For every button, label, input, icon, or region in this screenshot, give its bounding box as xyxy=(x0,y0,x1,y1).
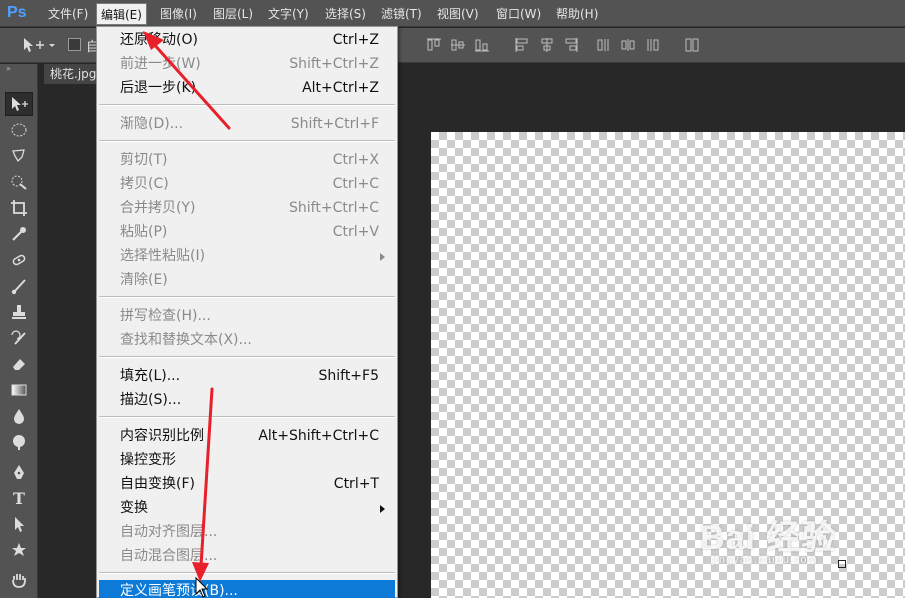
history-brush-tool-icon[interactable] xyxy=(5,326,33,350)
path-select-tool-icon[interactable] xyxy=(5,512,33,536)
menu-separator xyxy=(99,416,395,418)
menu-item-step-backward[interactable]: 后退一步(K) Alt+Ctrl+Z xyxy=(99,77,395,99)
watermark-brand: Bai 经验 xyxy=(700,519,837,557)
align-left-icon[interactable] xyxy=(514,37,530,53)
menu-item-copy-merged[interactable]: 合并拷贝(Y) Shift+Ctrl+C xyxy=(99,197,395,219)
menu-item-define-brush-preset[interactable]: 定义画笔预设(B)... xyxy=(99,580,395,598)
menu-item-cut[interactable]: 剪切(T) Ctrl+X xyxy=(99,149,395,171)
menu-window[interactable]: 窗口(W) xyxy=(492,3,545,25)
menu-separator xyxy=(99,104,395,106)
menu-item-stroke[interactable]: 描边(S)... xyxy=(99,389,395,411)
edit-menu-dropdown: 还原移动(O) Ctrl+Z 前进一步(W) Shift+Ctrl+Z 后退一步… xyxy=(96,26,398,598)
menu-item-find-replace[interactable]: 查找和替换文本(X)... xyxy=(99,329,395,351)
menu-filter[interactable]: 滤镜(T) xyxy=(377,3,426,25)
watermark-url: jingyan.baidu.com xyxy=(712,554,818,566)
dodge-tool-icon[interactable] xyxy=(5,430,33,454)
hand-tool-icon[interactable] xyxy=(5,568,33,592)
auto-select-checkbox[interactable] xyxy=(68,38,81,51)
submenu-arrow-icon xyxy=(380,505,385,513)
clone-stamp-tool-icon[interactable] xyxy=(5,300,33,324)
menu-separator xyxy=(99,140,395,142)
shape-tool-icon[interactable] xyxy=(5,538,33,562)
menu-type[interactable]: 文字(Y) xyxy=(264,3,313,25)
submenu-arrow-icon xyxy=(380,253,385,261)
menu-item-free-transform[interactable]: 自由变换(F) Ctrl+T xyxy=(99,473,395,495)
align-bottom-icon[interactable] xyxy=(474,37,490,53)
menu-image[interactable]: 图像(I) xyxy=(156,3,201,25)
menu-separator xyxy=(99,296,395,298)
auto-align-icon[interactable] xyxy=(684,37,700,53)
move-tool-icon[interactable] xyxy=(5,92,33,116)
menu-item-step-forward[interactable]: 前进一步(W) Shift+Ctrl+Z xyxy=(99,53,395,75)
menu-view[interactable]: 视图(V) xyxy=(433,3,483,25)
menu-item-copy[interactable]: 拷贝(C) Ctrl+C xyxy=(99,173,395,195)
align-vcenter-icon[interactable] xyxy=(450,37,466,53)
panel-collapse-icon[interactable]: » xyxy=(6,65,30,73)
menu-item-auto-align-layers[interactable]: 自动对齐图层... xyxy=(99,521,395,543)
marquee-tool-icon[interactable] xyxy=(5,118,33,142)
menu-item-fade[interactable]: 渐隐(D)... Shift+Ctrl+F xyxy=(99,113,395,135)
eraser-tool-icon[interactable] xyxy=(5,352,33,376)
menu-item-auto-blend-layers[interactable]: 自动混合图层... xyxy=(99,545,395,567)
svg-text:T: T xyxy=(13,489,25,507)
menu-layer[interactable]: 图层(L) xyxy=(209,3,257,25)
type-tool-icon[interactable]: T xyxy=(5,486,33,510)
menu-item-undo[interactable]: 还原移动(O) Ctrl+Z xyxy=(99,29,395,51)
menu-separator xyxy=(99,356,395,358)
menu-item-paste-special[interactable]: 选择性粘贴(I) xyxy=(99,245,395,267)
menu-item-paste[interactable]: 粘贴(P) Ctrl+V xyxy=(99,221,395,243)
baidu-jingyan-watermark: Bai 经验 jingyan.baidu.com xyxy=(700,510,900,580)
menu-edit[interactable]: 编辑(E) xyxy=(96,3,147,25)
distribute-left-icon[interactable] xyxy=(595,37,611,53)
distribute-hcenter-icon[interactable] xyxy=(620,37,636,53)
photoshop-logo: Ps xyxy=(7,4,27,21)
align-right-icon[interactable] xyxy=(563,37,579,53)
lasso-tool-icon[interactable] xyxy=(5,144,33,168)
menu-help[interactable]: 帮助(H) xyxy=(552,3,602,25)
align-hcenter-icon[interactable] xyxy=(539,37,555,53)
blur-tool-icon[interactable] xyxy=(5,404,33,428)
pen-tool-icon[interactable] xyxy=(5,460,33,484)
menu-bar: Ps 文件(F) 编辑(E) 图像(I) 图层(L) 文字(Y) 选择(S) 滤… xyxy=(0,0,905,27)
menu-select[interactable]: 选择(S) xyxy=(321,3,370,25)
gradient-tool-icon[interactable] xyxy=(5,378,33,402)
move-tool-preset-icon[interactable] xyxy=(20,34,56,56)
menu-item-puppet-warp[interactable]: 操控变形 xyxy=(99,449,395,471)
crop-tool-icon[interactable] xyxy=(5,196,33,220)
menu-file[interactable]: 文件(F) xyxy=(44,3,92,25)
menu-item-spell-check[interactable]: 拼写检查(H)... xyxy=(99,305,395,327)
align-top-icon[interactable] xyxy=(426,37,442,53)
distribute-right-icon[interactable] xyxy=(645,37,661,53)
document-tab[interactable]: 桃花.jpg xyxy=(44,64,104,84)
brush-tool-icon[interactable] xyxy=(5,274,33,298)
menu-separator xyxy=(99,572,395,574)
menu-item-content-aware-scale[interactable]: 内容识别比例 Alt+Shift+Ctrl+C xyxy=(99,425,395,447)
menu-item-clear[interactable]: 清除(E) xyxy=(99,269,395,291)
eyedropper-tool-icon[interactable] xyxy=(5,222,33,246)
tools-panel: » T xyxy=(0,64,38,598)
menu-item-transform[interactable]: 变换 xyxy=(99,497,395,519)
quick-select-tool-icon[interactable] xyxy=(5,170,33,194)
healing-brush-tool-icon[interactable] xyxy=(5,248,33,272)
menu-item-fill[interactable]: 填充(L)... Shift+F5 xyxy=(99,365,395,387)
